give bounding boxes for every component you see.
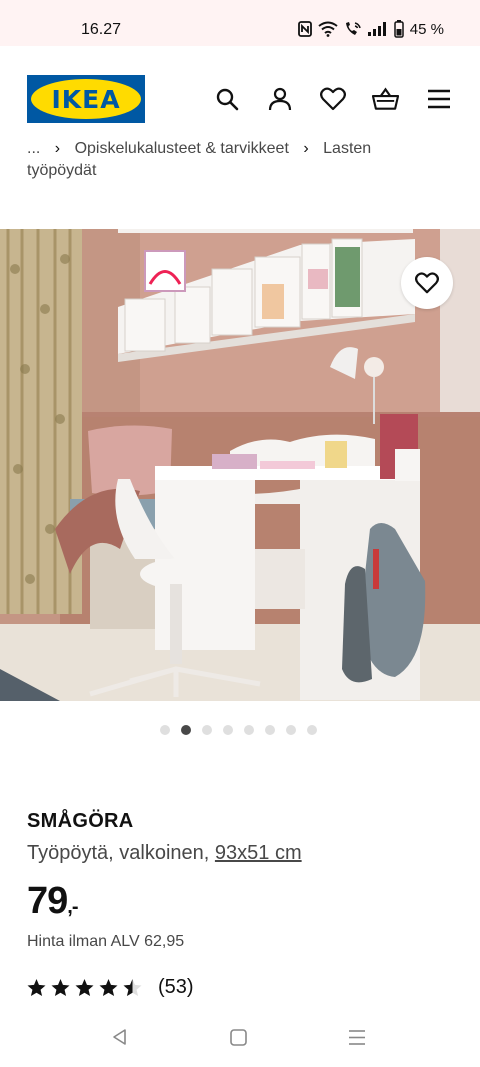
product-name: SMÅGÖRA [27, 810, 134, 832]
price-excl-vat: Hinta ilman ALV 62,95 [27, 933, 185, 950]
price-suffix: ,- [67, 896, 78, 918]
wifi-calling-icon [344, 21, 362, 37]
carousel-dot[interactable] [181, 725, 191, 735]
carousel-dot[interactable] [223, 725, 233, 735]
heart-icon[interactable] [319, 85, 346, 112]
nfc-icon [297, 21, 312, 37]
product-description-text: Työpöytä, valkoinen, [27, 842, 210, 864]
battery-icon [394, 20, 404, 38]
status-time: 16.27 [81, 21, 122, 38]
product-price: 79,- [27, 880, 79, 923]
product-rating[interactable]: (53) [27, 976, 194, 999]
status-bar: 16.27 45 % [0, 0, 480, 46]
header-actions [213, 85, 452, 112]
star-icon [99, 978, 118, 996]
search-icon[interactable] [213, 85, 240, 112]
basket-icon[interactable] [372, 85, 399, 112]
product-size-link[interactable]: 93x51 cm [215, 842, 302, 864]
carousel-dot[interactable] [265, 725, 275, 735]
product-image[interactable] [0, 229, 480, 701]
star-icon [51, 978, 70, 996]
breadcrumb: ... › Opiskelukalusteet & tarvikkeet › L… [27, 140, 457, 186]
breadcrumb-item-opiskelukalusteet[interactable]: Opiskelukalusteet & tarvikkeet [75, 140, 289, 156]
battery-percent: 45 % [409, 20, 444, 38]
wifi-icon [318, 21, 338, 37]
star-icon [123, 978, 142, 996]
heart-icon [415, 272, 439, 294]
price-value: 79 [27, 880, 68, 922]
chevron-right-icon: › [303, 140, 309, 156]
product-description: Työpöytä, valkoinen, 93x51 cm [27, 842, 302, 865]
recents-icon[interactable] [348, 1029, 366, 1051]
system-navigation-bar [0, 1010, 480, 1067]
signal-icon [367, 22, 388, 36]
star-icon [75, 978, 94, 996]
back-icon[interactable] [111, 1028, 127, 1051]
carousel-dots [160, 725, 317, 735]
breadcrumb-item-lasten[interactable]: Lasten [323, 140, 371, 156]
logo-text: IKEA [51, 84, 121, 114]
review-count[interactable]: (53) [158, 976, 194, 999]
menu-icon[interactable] [425, 85, 452, 112]
carousel-dot[interactable] [244, 725, 254, 735]
carousel-dot[interactable] [202, 725, 212, 735]
breadcrumb-ellipsis[interactable]: ... [27, 140, 40, 156]
logo-oval: IKEA [31, 79, 141, 119]
add-to-favourites-button[interactable] [401, 257, 453, 309]
status-icons: 45 % [297, 20, 444, 38]
carousel-dot[interactable] [307, 725, 317, 735]
ikea-logo[interactable]: IKEA [27, 75, 145, 123]
site-header: IKEA [0, 46, 480, 142]
carousel-dot[interactable] [286, 725, 296, 735]
account-icon[interactable] [266, 85, 293, 112]
chevron-right-icon: › [54, 140, 61, 156]
home-icon[interactable] [230, 1029, 247, 1051]
rating-stars [27, 978, 142, 997]
breadcrumb-item-continuation[interactable]: työpöydät [27, 156, 457, 186]
star-icon [27, 978, 46, 996]
carousel-dot[interactable] [160, 725, 170, 735]
